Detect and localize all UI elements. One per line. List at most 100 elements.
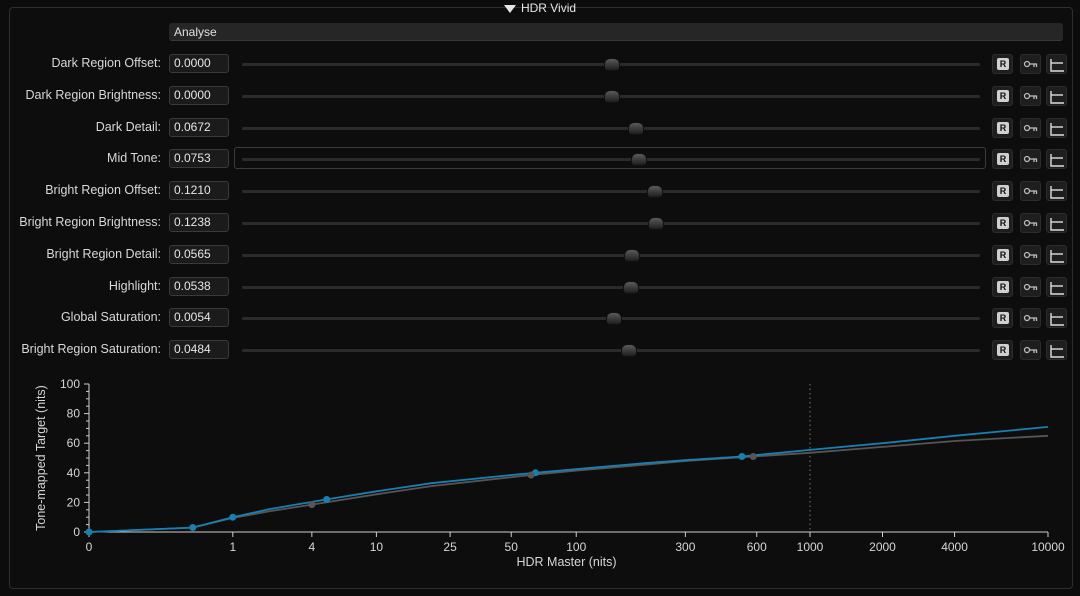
analyse-button[interactable]: Analyse bbox=[169, 23, 1063, 41]
x-tick-label: 10000 bbox=[1031, 540, 1065, 554]
curve-editor-button[interactable] bbox=[1046, 308, 1067, 329]
param-value-global-saturation[interactable]: 0.0054 bbox=[169, 308, 229, 328]
keyframe-button[interactable] bbox=[1020, 181, 1041, 202]
reset-button[interactable]: R bbox=[992, 308, 1013, 329]
keyframe-icon bbox=[1023, 124, 1038, 131]
x-tick-label: 50 bbox=[505, 540, 519, 554]
reset-button[interactable]: R bbox=[992, 54, 1013, 74]
param-row: Dark Region Brightness: 0.0000 R bbox=[0, 84, 1080, 108]
keyframe-button[interactable] bbox=[1020, 117, 1041, 138]
reset-icon: R bbox=[997, 185, 1009, 198]
curve-editor-button[interactable] bbox=[1046, 340, 1067, 361]
keyframe-icon bbox=[1023, 347, 1038, 354]
param-value-bright-region-saturation[interactable]: 0.0484 bbox=[169, 340, 229, 360]
param-value-bright-region-detail[interactable]: 0.0565 bbox=[169, 244, 229, 264]
reset-button[interactable]: R bbox=[992, 117, 1013, 138]
reset-button[interactable]: R bbox=[992, 244, 1013, 265]
param-row: Global Saturation: 0.0054 R bbox=[0, 306, 1080, 330]
param-value-bright-region-brightness[interactable]: 0.1238 bbox=[169, 213, 229, 232]
reset-button[interactable]: R bbox=[992, 213, 1013, 233]
slider-thumb[interactable] bbox=[623, 280, 640, 294]
param-slider-bright-region-saturation[interactable] bbox=[242, 349, 980, 353]
slider-thumb[interactable] bbox=[604, 89, 620, 103]
curve-editor-icon bbox=[1050, 154, 1064, 168]
target-point bbox=[738, 453, 746, 461]
param-label-highlight: Highlight: bbox=[108, 278, 161, 293]
param-value-bright-region-offset[interactable]: 0.1210 bbox=[169, 181, 229, 201]
keyframe-button[interactable] bbox=[1020, 85, 1041, 106]
section-header[interactable]: HDR Vivid bbox=[0, 0, 1080, 16]
y-tick-label: 20 bbox=[67, 495, 81, 509]
curve-editor-button[interactable] bbox=[1046, 54, 1067, 74]
param-slider-mid-tone[interactable] bbox=[242, 158, 980, 162]
curve-editor-icon bbox=[1050, 90, 1064, 104]
curve-editor-button[interactable] bbox=[1046, 117, 1067, 138]
keyframe-icon bbox=[1023, 156, 1038, 163]
slider-thumb[interactable] bbox=[620, 344, 637, 358]
param-label-global-saturation: Global Saturation: bbox=[60, 310, 161, 325]
keyframe-button[interactable] bbox=[1020, 340, 1041, 361]
param-slider-dark-detail[interactable] bbox=[242, 126, 980, 130]
reset-button[interactable]: R bbox=[992, 149, 1013, 170]
curve-editor-button[interactable] bbox=[1046, 213, 1067, 233]
reset-icon: R bbox=[997, 153, 1009, 166]
param-row: Bright Region Saturation: 0.0484 R bbox=[0, 338, 1080, 362]
keyframe-icon bbox=[1023, 219, 1038, 227]
y-tick-label: 0 bbox=[73, 525, 80, 539]
reset-icon: R bbox=[997, 312, 1009, 325]
slider-thumb[interactable] bbox=[648, 217, 665, 230]
x-tick-label: 4000 bbox=[941, 540, 968, 554]
param-slider-bright-region-detail[interactable] bbox=[242, 253, 980, 257]
curve-editor-icon bbox=[1050, 122, 1064, 136]
reset-button[interactable]: R bbox=[992, 276, 1013, 297]
param-row: Dark Region Offset: 0.0000 R bbox=[0, 52, 1080, 76]
keyframe-icon bbox=[1023, 60, 1038, 68]
collapse-triangle-icon[interactable] bbox=[503, 5, 516, 13]
reset-icon: R bbox=[997, 121, 1009, 134]
reset-icon: R bbox=[997, 217, 1009, 229]
keyframe-button[interactable] bbox=[1020, 213, 1041, 233]
target-point bbox=[229, 513, 237, 521]
keyframe-button[interactable] bbox=[1020, 308, 1041, 329]
param-value-dark-region-brightness[interactable]: 0.0000 bbox=[169, 85, 229, 105]
curve-editor-icon bbox=[1050, 345, 1064, 358]
target-point bbox=[323, 495, 331, 503]
section-title: HDR Vivid bbox=[520, 1, 577, 15]
keyframe-button[interactable] bbox=[1020, 149, 1041, 170]
x-tick-label: 1000 bbox=[797, 540, 824, 554]
param-slider-bright-region-brightness[interactable] bbox=[242, 222, 980, 225]
slider-thumb[interactable] bbox=[606, 312, 623, 326]
keyframe-icon bbox=[1023, 315, 1038, 322]
param-value-dark-region-offset[interactable]: 0.0000 bbox=[169, 54, 229, 73]
curve-editor-button[interactable] bbox=[1046, 244, 1067, 265]
slider-thumb[interactable] bbox=[646, 185, 663, 199]
curve-editor-button[interactable] bbox=[1046, 149, 1067, 170]
x-tick-label: 4 bbox=[309, 540, 316, 554]
curve-editor-button[interactable] bbox=[1046, 276, 1067, 297]
param-value-mid-tone[interactable]: 0.0753 bbox=[169, 149, 229, 169]
tone-curve-chart: 0 20 40 60 80 100 0 1 4 10 25 50 100 300 600 1000 2000 40… bbox=[0, 370, 1080, 591]
param-slider-bright-region-offset[interactable] bbox=[242, 190, 980, 194]
slider-thumb[interactable] bbox=[627, 121, 644, 135]
reset-button[interactable]: R bbox=[992, 85, 1013, 106]
param-slider-highlight[interactable] bbox=[242, 285, 980, 289]
keyframe-button[interactable] bbox=[1020, 54, 1041, 74]
slider-thumb[interactable] bbox=[623, 248, 640, 262]
keyframe-button[interactable] bbox=[1020, 244, 1041, 265]
param-row: Dark Detail: 0.0672 R bbox=[0, 116, 1080, 140]
curve-editor-button[interactable] bbox=[1046, 181, 1067, 202]
slider-thumb[interactable] bbox=[630, 153, 647, 167]
reference-point bbox=[308, 501, 316, 509]
x-tick-label: 0 bbox=[86, 540, 93, 554]
reset-icon: R bbox=[997, 58, 1009, 70]
param-value-dark-detail[interactable]: 0.0672 bbox=[169, 117, 229, 137]
param-label-bright-region-offset: Bright Region Offset: bbox=[45, 183, 161, 198]
param-value-highlight[interactable]: 0.0538 bbox=[169, 276, 229, 296]
slider-thumb[interactable] bbox=[604, 58, 620, 71]
keyframe-button[interactable] bbox=[1020, 276, 1041, 297]
reset-button[interactable]: R bbox=[992, 181, 1013, 202]
reset-button[interactable]: R bbox=[992, 340, 1013, 361]
curve-editor-button[interactable] bbox=[1046, 85, 1067, 106]
param-row: Mid Tone: 0.0753 R bbox=[0, 147, 1080, 171]
x-tick-label: 1 bbox=[229, 540, 236, 554]
